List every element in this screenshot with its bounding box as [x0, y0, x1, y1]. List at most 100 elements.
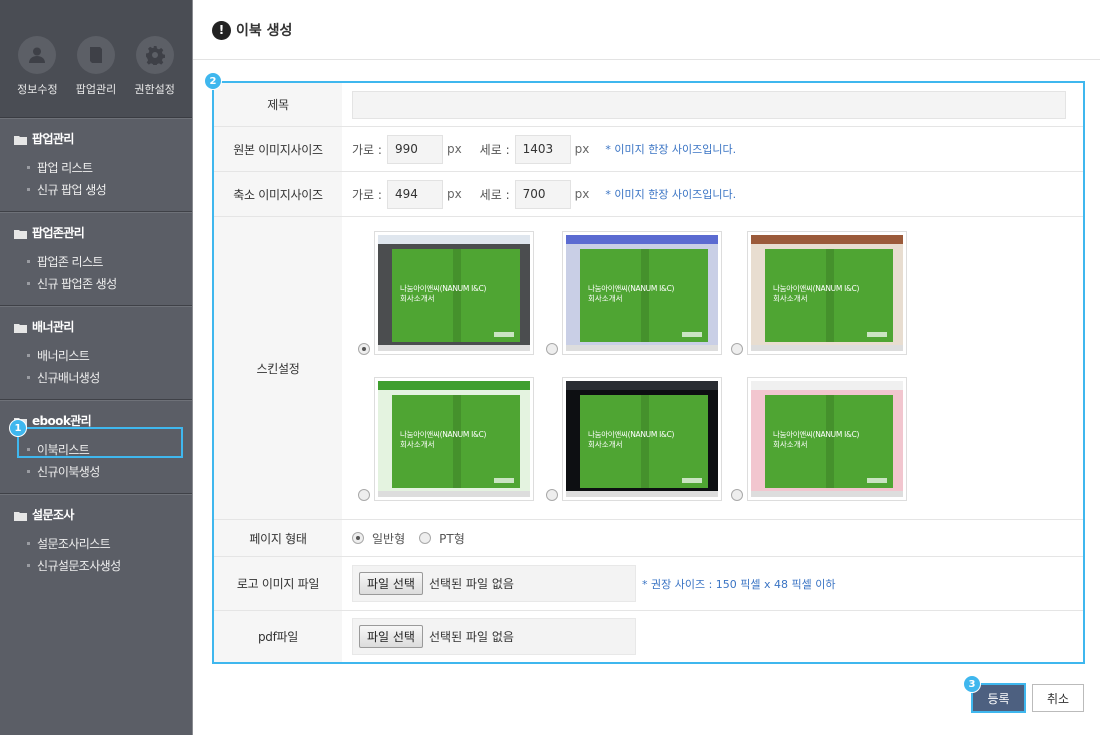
menu-item-survey-list[interactable]: 설문조사리스트	[27, 533, 192, 555]
skin-toolbar	[378, 235, 530, 244]
permission-settings-button[interactable]: 권한설정	[126, 36, 184, 117]
menu-item-popupzone-new[interactable]: 신규 팝업존 생성	[27, 273, 192, 295]
gear-icon	[135, 36, 174, 74]
thumb-height-label: 세로 :	[479, 187, 510, 202]
skin-toolbar	[751, 381, 903, 390]
menu-item-popup-new[interactable]: 신규 팝업 생성	[27, 179, 192, 201]
radio-pt[interactable]	[419, 532, 432, 544]
exclamation-icon: !	[212, 20, 231, 40]
menu-head-label: 설문조사	[32, 508, 74, 522]
thumb-width-label: 가로 :	[352, 187, 382, 202]
option-general: 일반형	[372, 531, 406, 546]
skin-footer	[378, 345, 530, 351]
label-orig-size: 원본 이미지사이즈	[214, 127, 342, 171]
skin-radio-3[interactable]	[731, 343, 743, 355]
pdf-file-button[interactable]: 파일 선택	[359, 625, 423, 648]
skin-radio-1[interactable]	[358, 343, 370, 355]
cancel-button[interactable]: 취소	[1032, 684, 1084, 712]
skin-title-line2: 회사소개서	[588, 440, 623, 449]
skin-thumbnail-6[interactable]: 나눔아이앤씨(NANUM I&C) 회사소개서	[747, 377, 907, 501]
menu-head-label: 배너관리	[32, 320, 74, 334]
skin-toolbar	[751, 235, 903, 244]
skin-toolbar	[566, 381, 718, 390]
label-title: 제목	[214, 83, 342, 126]
orig-width-input[interactable]: 990	[386, 134, 443, 164]
title-divider	[193, 59, 1100, 60]
orig-height-label: 세로 :	[479, 142, 510, 157]
skin-book-page: 나눔아이앤씨(NANUM I&C) 회사소개서	[392, 249, 520, 342]
logo-file-status: 선택된 파일 없음	[428, 577, 514, 591]
skin-footer	[378, 491, 530, 497]
radio-general[interactable]	[352, 532, 364, 544]
logo-note: * 권장 사이즈 : 150 픽셀 x 48 픽셀 이하	[642, 577, 836, 591]
thumb-height-input[interactable]: 700	[514, 179, 571, 209]
skin-radio-2[interactable]	[546, 343, 558, 355]
skin-spine	[641, 395, 649, 488]
menu-item-survey-new[interactable]: 신규설문조사생성	[27, 555, 192, 577]
menu-group-banner: 배너관리 배너리스트 신규배너생성	[0, 306, 192, 400]
skin-logo	[867, 478, 887, 483]
skin-spine	[826, 249, 834, 342]
menu-item-ebook-new[interactable]: 신규이북생성	[27, 461, 192, 483]
skin-logo	[682, 478, 702, 483]
skin-toolbar	[378, 381, 530, 390]
skin-title-line2: 회사소개서	[773, 294, 808, 303]
row-skin: 스킨설정 나눔아이앤씨(NANUM I&C) 회사소개서 나눔아이앤씨(NANUM …	[214, 217, 1083, 520]
edit-info-button[interactable]: 정보수정	[8, 36, 66, 117]
thumb-width-input[interactable]: 494	[386, 179, 443, 209]
skin-radio-4[interactable]	[358, 489, 370, 501]
logo-file-button[interactable]: 파일 선택	[359, 572, 423, 595]
skin-logo	[867, 332, 887, 337]
highlight-box-ebook-new	[17, 427, 183, 458]
menu-head-banner[interactable]: 배너관리	[14, 318, 192, 335]
skin-preview: 나눔아이앤씨(NANUM I&C) 회사소개서	[378, 235, 530, 351]
menu-item-popupzone-list[interactable]: 팝업존 리스트	[27, 251, 192, 273]
row-orig-size: 원본 이미지사이즈 가로 : 990 px 세로 : 1403 px * 이미지…	[214, 127, 1083, 172]
menu-group-survey: 설문조사 설문조사리스트 신규설문조사생성	[0, 494, 192, 587]
menu-head-survey[interactable]: 설문조사	[14, 506, 192, 523]
skin-footer	[566, 491, 718, 497]
row-logo: 로고 이미지 파일 파일 선택 선택된 파일 없음 * 권장 사이즈 : 150…	[214, 557, 1083, 611]
thumb-note: * 이미지 한장 사이즈입니다.	[605, 188, 737, 201]
label-pdf: pdf파일	[214, 611, 342, 662]
skin-radio-5[interactable]	[546, 489, 558, 501]
title-input[interactable]	[352, 90, 1066, 119]
pdf-file-input[interactable]: 파일 선택 선택된 파일 없음	[352, 618, 636, 655]
page-title-text: 이북 생성	[236, 23, 293, 39]
skin-spine	[826, 395, 834, 488]
skin-radio-6[interactable]	[731, 489, 743, 501]
skin-spine	[641, 249, 649, 342]
skin-thumbnail-4[interactable]: 나눔아이앤씨(NANUM I&C) 회사소개서	[374, 377, 534, 501]
skin-preview: 나눔아이앤씨(NANUM I&C) 회사소개서	[566, 381, 718, 497]
user-icon	[18, 36, 57, 74]
menu-head-popupzone[interactable]: 팝업존관리	[14, 224, 192, 241]
menu-item-popup-list[interactable]: 팝업 리스트	[27, 157, 192, 179]
skin-book-page: 나눔아이앤씨(NANUM I&C) 회사소개서	[765, 249, 893, 342]
orig-height-input[interactable]: 1403	[514, 134, 571, 164]
menu-head-popup[interactable]: 팝업관리	[14, 130, 192, 147]
skin-title-line2: 회사소개서	[588, 294, 623, 303]
skin-thumbnail-1[interactable]: 나눔아이앤씨(NANUM I&C) 회사소개서	[374, 231, 534, 355]
skin-preview: 나눔아이앤씨(NANUM I&C) 회사소개서	[378, 381, 530, 497]
orig-height-unit: px	[574, 142, 590, 156]
row-page-type: 페이지 형태 일반형 PT형	[214, 520, 1083, 557]
skin-book-page: 나눔아이앤씨(NANUM I&C) 회사소개서	[392, 395, 520, 488]
menu-group-popupzone: 팝업존관리 팝업존 리스트 신규 팝업존 생성	[0, 212, 192, 306]
folder-icon	[14, 228, 27, 239]
permission-settings-label: 권한설정	[134, 83, 175, 96]
logo-file-input[interactable]: 파일 선택 선택된 파일 없음	[352, 565, 636, 602]
row-thumb-size: 축소 이미지사이즈 가로 : 494 px 세로 : 700 px * 이미지 …	[214, 172, 1083, 217]
thumb-height-unit: px	[574, 187, 590, 201]
menu-item-banner-new[interactable]: 신규배너생성	[27, 367, 192, 389]
menu-head-label: 팝업존관리	[32, 226, 85, 240]
popup-manage-button[interactable]: 팝업관리	[67, 36, 125, 117]
page-title: ! 이북 생성	[212, 20, 292, 40]
menu-item-banner-list[interactable]: 배너리스트	[27, 345, 192, 367]
skin-thumbnail-2[interactable]: 나눔아이앤씨(NANUM I&C) 회사소개서	[562, 231, 722, 355]
label-page-type: 페이지 형태	[214, 520, 342, 556]
skin-thumbnail-5[interactable]: 나눔아이앤씨(NANUM I&C) 회사소개서	[562, 377, 722, 501]
skin-thumbnail-3[interactable]: 나눔아이앤씨(NANUM I&C) 회사소개서	[747, 231, 907, 355]
folder-icon	[14, 134, 27, 145]
popup-manage-label: 팝업관리	[75, 83, 117, 96]
skin-title-line2: 회사소개서	[400, 294, 435, 303]
